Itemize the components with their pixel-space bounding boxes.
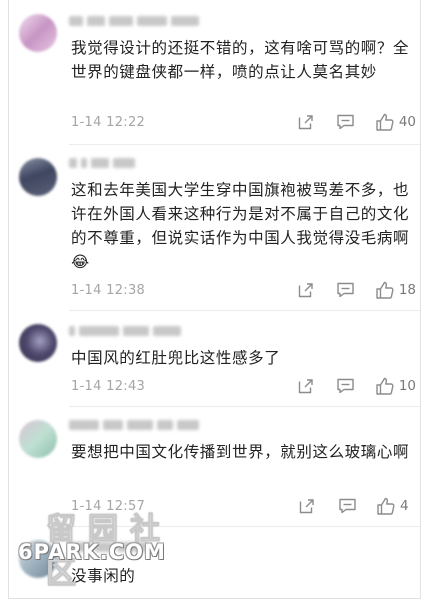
divider xyxy=(69,310,420,311)
comment-meta: 1-14 12:38 18 xyxy=(71,279,416,301)
like-count: 18 xyxy=(398,282,416,298)
divider xyxy=(69,406,420,407)
username[interactable] xyxy=(69,540,147,554)
comment-actions: 10 xyxy=(277,375,416,397)
comment-actions: 4 xyxy=(278,495,416,517)
like-count: 40 xyxy=(398,114,416,130)
comment-icon[interactable] xyxy=(335,111,357,133)
like-button[interactable]: 18 xyxy=(375,281,416,300)
comment-text: 这和去年美国大学生穿中国旗袍被骂差不多，也许在外国人看来这种行为是对不属于自己的… xyxy=(71,181,410,271)
like-count: 10 xyxy=(398,378,416,394)
username[interactable] xyxy=(69,324,181,338)
avatar[interactable] xyxy=(19,420,57,458)
comment-time: 1-14 12:22 xyxy=(71,114,146,130)
comment-icon[interactable] xyxy=(336,495,358,517)
comment-text: 中国风的红肚兜比这性感多了 xyxy=(71,349,281,367)
comment-actions: 40 xyxy=(277,111,416,133)
comment-meta: 1-14 12:22 40 xyxy=(71,111,416,133)
username[interactable] xyxy=(69,156,135,170)
comment-meta: 1-14 12:43 10 xyxy=(71,375,416,397)
avatar[interactable] xyxy=(19,14,57,52)
comment-text: 我觉得设计的还挺不错的，这有啥可骂的啊？全世界的键盘侠都一样，喷的点让人莫名其妙 xyxy=(71,39,410,81)
divider xyxy=(69,526,420,527)
comment-actions: 18 xyxy=(277,279,416,301)
comment-time: 1-14 12:43 xyxy=(71,378,146,394)
like-count: 4 xyxy=(400,498,409,514)
share-icon[interactable] xyxy=(295,375,317,397)
share-icon[interactable] xyxy=(296,495,318,517)
avatar[interactable] xyxy=(19,540,57,578)
like-button[interactable]: 40 xyxy=(375,113,416,132)
thumbs-up-icon xyxy=(376,281,394,299)
like-button[interactable]: 10 xyxy=(375,377,416,396)
comment-icon[interactable] xyxy=(335,375,357,397)
username[interactable] xyxy=(69,14,199,28)
username[interactable] xyxy=(69,418,199,432)
comment-text: 没事闲的 xyxy=(71,567,136,585)
share-icon[interactable] xyxy=(295,111,317,133)
comment-time: 1-14 12:38 xyxy=(71,282,146,298)
thumbs-up-icon xyxy=(376,377,394,395)
share-icon[interactable] xyxy=(295,279,317,301)
avatar[interactable] xyxy=(19,158,57,196)
comment-text: 要想把中国文化传播到世界，就别这么玻璃心啊 xyxy=(71,443,410,461)
comment-list: 我觉得设计的还挺不错的，这有啥可骂的啊？全世界的键盘侠都一样，喷的点让人莫名其妙… xyxy=(8,0,421,599)
thumbs-up-icon xyxy=(377,497,395,515)
like-button[interactable]: 4 xyxy=(376,497,416,516)
divider xyxy=(69,144,420,145)
comment-time: 1-14 12:57 xyxy=(71,498,146,514)
comment-icon[interactable] xyxy=(335,279,357,301)
comment-meta: 1-14 12:57 4 xyxy=(71,495,416,517)
avatar[interactable] xyxy=(19,324,57,362)
thumbs-up-icon xyxy=(376,113,394,131)
